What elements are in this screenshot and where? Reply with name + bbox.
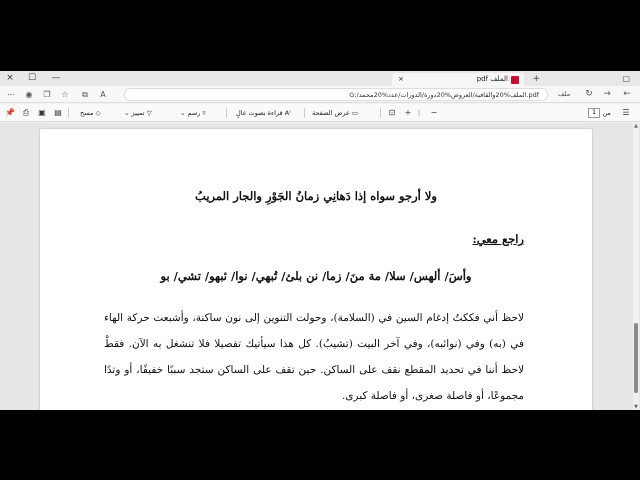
body-paragraph: لاحظ أني فككتُ إدغام السين في (السلامة)،… [104, 312, 524, 402]
pen-icon: ▿ [202, 109, 206, 117]
draw-label: رسم [187, 109, 201, 117]
vertical-scrollbar[interactable]: ▲ ▼ [633, 123, 639, 410]
pin-icon[interactable]: 📌 [4, 104, 16, 122]
pdf-icon [511, 76, 519, 84]
read-aloud-label: قراءة بصوت عالٍ [236, 109, 283, 117]
new-tab-button[interactable]: + [532, 73, 540, 85]
read-aloud-button[interactable]: قراءة بصوت عالٍ A⁾ [236, 104, 291, 122]
toolbar-divider [226, 108, 227, 118]
tab-close-icon[interactable]: × [398, 73, 404, 86]
tab-strip: × ☐ — الملف pdf × + ▢ [0, 71, 640, 86]
url-text: G:/الملف%20والقافية/العروض%20دورة/الدورا… [349, 91, 539, 99]
poem-verse: ولا أرجو سواه إذا دَهانِي زمانُ الجَوْرِ… [195, 189, 437, 203]
draw-button[interactable]: ⌄ رسم ▿ [180, 104, 206, 122]
maximize-window-button[interactable]: ☐ [22, 71, 42, 86]
minimize-window-button[interactable]: — [46, 71, 66, 86]
scroll-thumb[interactable] [634, 323, 638, 393]
zoom-divider: | [418, 109, 421, 117]
syllable-breakdown: وأسَ/ ألهس/ سلا/ مة منَ/ زما/ نن بلئ/ تُ… [160, 269, 472, 283]
letterbox-top [0, 0, 640, 71]
chevron-down-icon: ⌄ [180, 109, 186, 117]
profile-icon[interactable]: ◉ [22, 88, 36, 101]
section-heading: راجع معي: [472, 232, 524, 246]
page-view-icon: ▭ [351, 109, 359, 117]
fit-page-icon[interactable]: ⊡ [386, 104, 398, 122]
document-viewer[interactable]: ولا أرجو سواه إذا دَهانِي زمانُ الجَوْرِ… [0, 123, 640, 410]
address-bar: ⋯ ◉ ❐ ☆ ⧉ A G:/الملف%20والقافية/العروض%2… [0, 86, 640, 103]
letterbox-bottom [0, 410, 640, 480]
tab-actions-icon[interactable]: ▢ [622, 73, 630, 85]
zoom-in-button[interactable]: + [402, 104, 414, 122]
eraser-icon: ◇ [95, 109, 101, 117]
pdf-page: ولا أرجو سواه إذا دَهانِي زمانُ الجَوْرِ… [40, 129, 592, 410]
browser-window: × ☐ — الملف pdf × + ▢ ⋯ ◉ ❐ ☆ ⧉ A G:/الم… [0, 71, 640, 410]
close-window-button[interactable]: × [0, 71, 20, 86]
chevron-down-icon: ⌄ [124, 109, 130, 117]
print-icon[interactable]: ⎙ [20, 104, 32, 122]
page-view-button[interactable]: عرض الصفحة ▭ [312, 104, 358, 122]
favorites-icon[interactable]: ☆ [58, 88, 72, 101]
url-field[interactable]: G:/الملف%20والقافية/العروض%20دورة/الدورا… [124, 88, 548, 101]
contents-icon[interactable]: ☰ [620, 104, 632, 122]
forward-button[interactable]: → [600, 88, 614, 101]
toolbar-divider [304, 108, 305, 118]
scroll-up-icon[interactable]: ▲ [633, 123, 639, 129]
highlighter-icon: ▽ [146, 109, 152, 117]
collections-icon[interactable]: ❐ [40, 88, 54, 101]
erase-label: مسح [80, 109, 94, 117]
toolbar-divider [68, 108, 69, 118]
zoom-out-button[interactable]: − [428, 104, 440, 122]
highlight-button[interactable]: ⌄ تمييز ▽ [124, 104, 152, 122]
highlight-label: تمييز [131, 109, 145, 117]
back-button[interactable]: ← [620, 88, 634, 101]
file-label: ملف [557, 90, 571, 98]
save-as-icon[interactable]: ▤ [52, 104, 64, 122]
menu-icon[interactable]: ⋯ [4, 88, 18, 101]
refresh-button[interactable]: ↻ [582, 88, 596, 101]
page-view-label: عرض الصفحة [312, 109, 350, 117]
read-aloud-icon[interactable]: A [96, 88, 110, 101]
pdf-toolbar: 📌 ⎙ ▣ ▤ مسح ◇ ⌄ تمييز ▽ ⌄ رسم ▿ قراءة بص… [0, 104, 640, 122]
page-number-input[interactable]: 1 [588, 108, 600, 118]
tab-pdf[interactable]: الملف pdf × [392, 73, 524, 86]
save-icon[interactable]: ▣ [36, 104, 48, 122]
erase-button[interactable]: مسح ◇ [80, 104, 101, 122]
tab-title: الملف pdf [476, 75, 508, 83]
read-aloud-icon: A⁾ [284, 109, 291, 117]
toolbar-divider [380, 108, 381, 118]
extensions-icon[interactable]: ⧉ [78, 88, 92, 101]
